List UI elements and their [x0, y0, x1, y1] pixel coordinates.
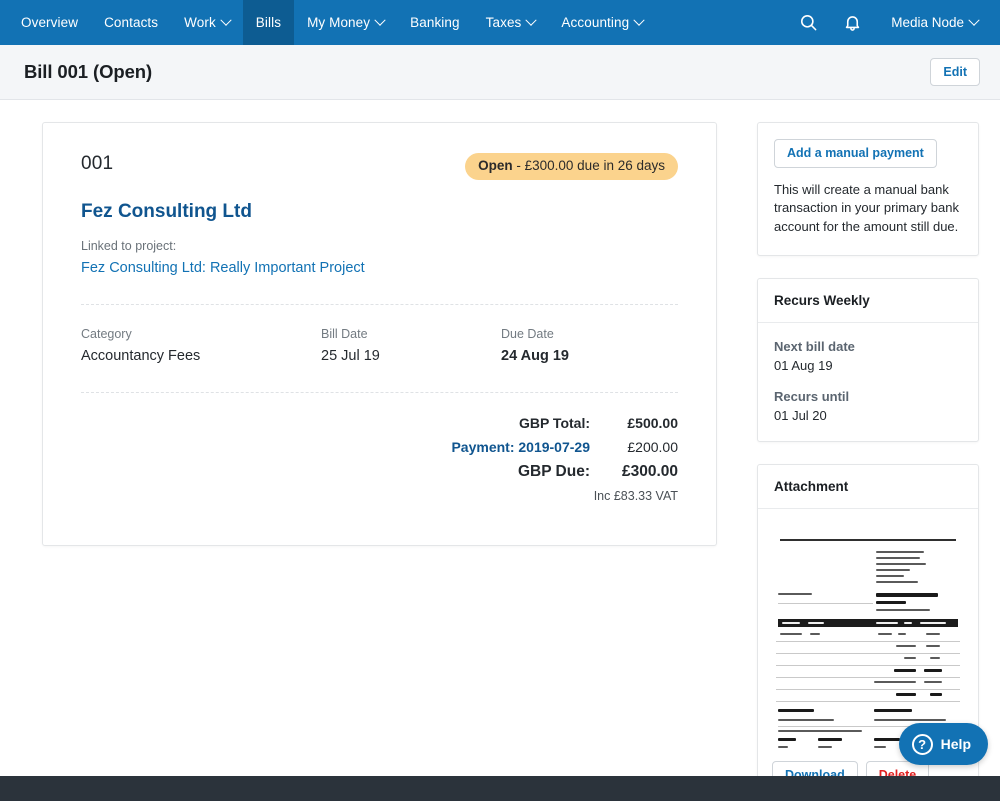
attachment-heading: Attachment	[758, 465, 978, 509]
nav-item-label: Bills	[256, 15, 281, 30]
meta-field-category: Category Accountancy Fees	[81, 327, 321, 364]
recurrence-field-label: Recurs until	[774, 389, 962, 404]
chevron-down-icon	[634, 14, 645, 25]
chevron-down-icon	[374, 14, 385, 25]
page-header: Bill 001 (Open) Edit	[0, 45, 1000, 100]
chevron-down-icon	[968, 14, 979, 25]
divider-bottom	[81, 392, 678, 393]
help-button[interactable]: ? Help	[899, 723, 988, 765]
nav-item-work[interactable]: Work	[171, 0, 243, 45]
bill-detail-card: 001 Open - £300.00 due in 26 days Fez Co…	[42, 122, 717, 546]
meta-label: Bill Date	[321, 327, 501, 341]
meta-field-due-date: Due Date 24 Aug 19	[501, 327, 569, 364]
recurrence-field: Recurs until 01 Jul 20	[774, 389, 962, 423]
meta-label: Due Date	[501, 327, 569, 341]
meta-field-bill-date: Bill Date 25 Jul 19	[321, 327, 501, 364]
bill-meta-row: Category Accountancy FeesBill Date 25 Jul …	[81, 327, 678, 364]
bill-card-header: 001 Open - £300.00 due in 26 days	[81, 153, 678, 180]
total-row: GBP Due:£300.00	[81, 463, 678, 481]
total-row[interactable]: Payment: 2019-07-29£200.00	[81, 439, 678, 455]
meta-value: Accountancy Fees	[81, 348, 321, 364]
nav-item-banking[interactable]: Banking	[397, 0, 473, 45]
total-label: GBP Total:	[519, 415, 590, 431]
nav-item-label: Taxes	[486, 15, 522, 30]
nav-item-contacts[interactable]: Contacts	[91, 0, 171, 45]
meta-value: 24 Aug 19	[501, 348, 569, 364]
bill-totals: GBP Total:£500.00Payment: 2019-07-29£200…	[81, 415, 678, 503]
nav-item-my-money[interactable]: My Money	[294, 0, 397, 45]
total-label: Payment: 2019-07-29	[451, 439, 590, 455]
nav-item-taxes[interactable]: Taxes	[473, 0, 549, 45]
recurrence-field-label: Next bill date	[774, 339, 962, 354]
linked-project-label: Linked to project:	[81, 239, 678, 253]
top-navigation-bar: Overview Contacts Work Bills My Money Banking…	[0, 0, 1000, 45]
nav-item-accounting[interactable]: Accounting	[548, 0, 656, 45]
status-detail: - £300.00 due in 26 days	[513, 158, 665, 173]
page-title: Bill 001 (Open)	[24, 61, 152, 83]
nav-item-overview[interactable]: Overview	[8, 0, 91, 45]
nav-item-label: Banking	[410, 15, 460, 30]
bell-icon[interactable]	[833, 0, 871, 45]
recurrence-field-value: 01 Jul 20	[774, 408, 962, 423]
manual-payment-panel: Add a manual payment This will create a …	[757, 122, 979, 256]
recurrence-field-value: 01 Aug 19	[774, 358, 962, 373]
divider-top	[81, 304, 678, 305]
nav-utilities: Media Node	[789, 0, 1000, 45]
edit-button[interactable]: Edit	[930, 58, 980, 87]
right-sidebar: Add a manual payment This will create a …	[757, 122, 979, 801]
vat-note-text: Inc £83.33 VAT	[594, 489, 678, 503]
search-icon[interactable]	[789, 0, 827, 45]
total-row: GBP Total:£500.00	[81, 415, 678, 431]
total-amount: £200.00	[590, 439, 678, 455]
user-menu-label: Media Node	[891, 15, 964, 30]
meta-value: 25 Jul 19	[321, 348, 501, 364]
add-manual-payment-button[interactable]: Add a manual payment	[774, 139, 937, 168]
status-state: Open	[478, 158, 513, 173]
manual-payment-description: This will create a manual bank transacti…	[774, 181, 962, 238]
nav-item-bills[interactable]: Bills	[243, 0, 294, 45]
invoice-document-thumbnail[interactable]	[768, 523, 968, 751]
user-menu[interactable]: Media Node	[877, 15, 984, 30]
attachment-thumbnail-wrap	[758, 509, 978, 751]
content-area: 001 Open - £300.00 due in 26 days Fez Co…	[0, 100, 1000, 801]
page-footer	[0, 776, 1000, 801]
recurrence-heading: Recurs Weekly	[758, 279, 978, 323]
status-badge: Open - £300.00 due in 26 days	[465, 153, 678, 180]
supplier-link[interactable]: Fez Consulting Ltd	[81, 201, 678, 223]
meta-label: Category	[81, 327, 321, 341]
help-button-label: Help	[941, 736, 971, 752]
nav-item-label: Contacts	[104, 15, 158, 30]
linked-project-link[interactable]: Fez Consulting Ltd: Really Important Pro…	[81, 260, 678, 276]
nav-item-label: Overview	[21, 15, 78, 30]
bill-number: 001	[81, 153, 113, 175]
nav-links: Overview Contacts Work Bills My Money Banking…	[8, 0, 656, 45]
chevron-down-icon	[220, 14, 231, 25]
nav-item-label: My Money	[307, 15, 370, 30]
nav-item-label: Accounting	[561, 15, 629, 30]
nav-item-label: Work	[184, 15, 216, 30]
total-amount: £300.00	[590, 463, 678, 481]
recurrence-fields: Next bill date 01 Aug 19 Recurs until 01 Ju…	[758, 323, 978, 441]
chevron-down-icon	[526, 14, 537, 25]
recurrence-panel: Recurs Weekly Next bill date 01 Aug 19 Rec…	[757, 278, 979, 442]
vat-note: Inc £83.33 VAT	[81, 489, 678, 503]
question-circle-icon: ?	[912, 734, 933, 755]
total-amount: £500.00	[590, 415, 678, 431]
app-page: Overview Contacts Work Bills My Money Banking…	[0, 0, 1000, 801]
recurrence-field: Next bill date 01 Aug 19	[774, 339, 962, 373]
total-label: GBP Due:	[518, 463, 590, 481]
